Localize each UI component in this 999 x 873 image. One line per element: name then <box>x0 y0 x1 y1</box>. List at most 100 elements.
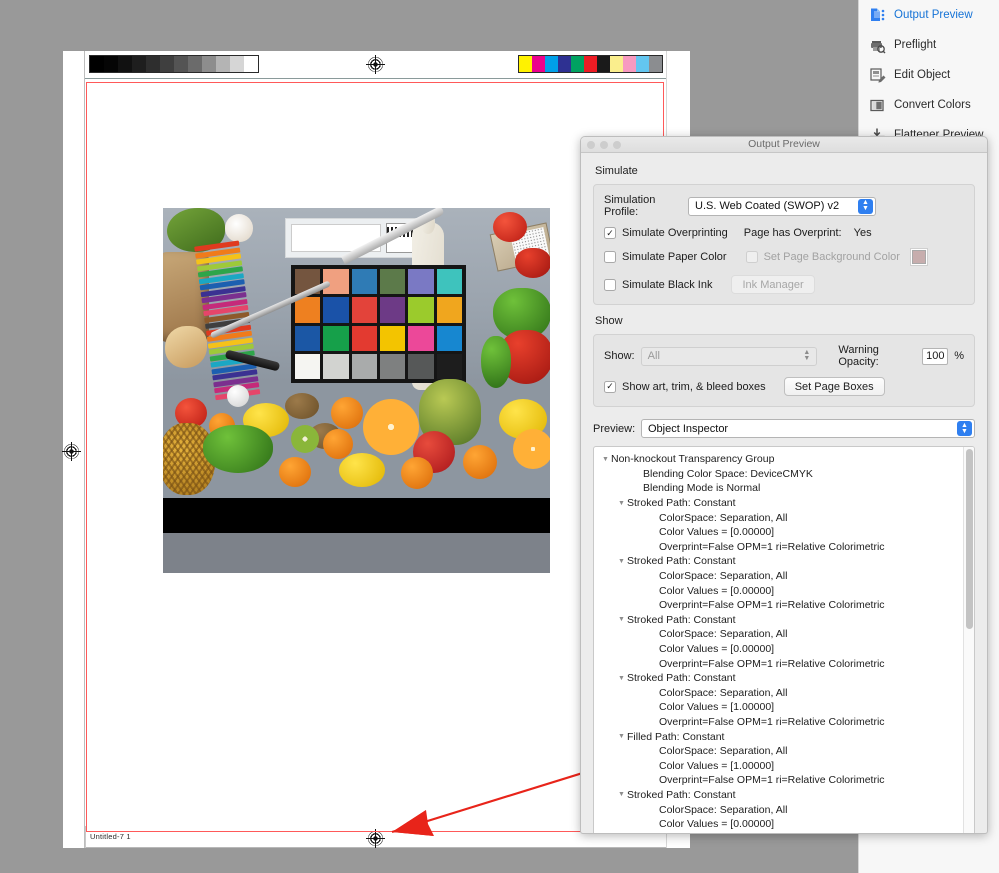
sidebar-item-convert-colors[interactable]: Convert Colors <box>859 90 999 120</box>
tree-row[interactable]: ColorSpace: Separation, All <box>594 744 963 759</box>
tree-row-label: Blending Mode is Normal <box>643 482 761 495</box>
tree-row[interactable]: ▼ Stroked Path: Constant <box>594 788 963 803</box>
orange-cut-shape-2 <box>513 429 550 469</box>
registration-mark-bottom <box>366 829 385 848</box>
simulate-black-ink-checkbox[interactable]: ✓ <box>604 278 616 291</box>
grayscale-patch-3 <box>132 56 146 72</box>
grayscale-patch-7 <box>188 56 202 72</box>
tree-row[interactable]: ▼ Stroked Path: Constant <box>594 496 963 511</box>
document-footer-label: Untitled-7 1 <box>90 832 131 841</box>
tree-row[interactable]: Overprint=False OPM=1 ri=Relative Colori… <box>594 656 963 671</box>
tree-row[interactable]: ▼ Stroked Path: Constant <box>594 671 963 686</box>
warning-opacity-input[interactable]: 100 <box>922 347 949 365</box>
tree-scrollbar-thumb[interactable] <box>966 449 973 629</box>
show-boxes-checkbox[interactable]: ✓ <box>604 380 616 393</box>
disclosure-triangle-icon[interactable]: ▼ <box>616 675 627 682</box>
preview-select[interactable]: Object Inspector ▲ ▼ <box>641 419 975 438</box>
tree-scrollbar[interactable] <box>963 447 974 833</box>
sidebar-item-edit-object[interactable]: Edit Object <box>859 60 999 90</box>
page-has-overprint-value: Yes <box>853 227 872 239</box>
simulate-overprinting-row: ✓ Simulate Overprinting Page has Overpri… <box>604 227 964 239</box>
tree-row[interactable]: ColorSpace: Separation, All <box>594 510 963 525</box>
tree-row[interactable]: ColorSpace: Separation, All <box>594 802 963 817</box>
disclosure-triangle-icon[interactable]: ▼ <box>616 616 627 623</box>
show-row: Show: All ▲ ▼ Warning Opacity: 100 % <box>604 344 964 368</box>
simulate-black-ink-label: Simulate Black Ink <box>622 278 713 291</box>
color-patch-5 <box>584 56 597 72</box>
tree-row[interactable]: Overprint=False OPM=1 ri=Relative Colori… <box>594 831 963 834</box>
tree-row[interactable]: ColorSpace: Separation, All <box>594 686 963 701</box>
disclosure-triangle-icon[interactable]: ▼ <box>600 456 611 463</box>
set-page-boxes-button[interactable]: Set Page Boxes <box>783 377 885 396</box>
tree-row[interactable]: ▼ Filled Path: Constant <box>594 729 963 744</box>
object-inspector-tree[interactable]: ▼ Non-knockout Transparency Group Blending… <box>593 446 975 834</box>
tree-row-label: Color Values = [0.00000] <box>659 584 775 597</box>
simulate-fieldset: Simulation Profile: U.S. Web Coated (SWO… <box>593 184 975 305</box>
grayscale-patch-1 <box>104 56 118 72</box>
tree-row-label: ColorSpace: Separation, All <box>659 686 788 699</box>
tree-row[interactable]: Color Values = [0.00000] <box>594 817 963 832</box>
artwork-image[interactable] <box>163 208 550 573</box>
footer-divider <box>85 826 86 848</box>
tree-row-label: Overprint=False OPM=1 ri=Relative Colori… <box>659 715 885 728</box>
simulate-overprinting-checkbox[interactable]: ✓ <box>604 227 616 239</box>
tree-row-label: Non-knockout Transparency Group <box>611 453 775 466</box>
chevron-updown-icon[interactable]: ▲ ▼ <box>957 421 972 436</box>
tree-row-label: ColorSpace: Separation, All <box>659 570 788 583</box>
tree-row[interactable]: Overprint=False OPM=1 ri=Relative Colori… <box>594 540 963 555</box>
tree-row[interactable]: Blending Mode is Normal <box>594 481 963 496</box>
tree-row[interactable]: ▼ Non-knockout Transparency Group <box>594 452 963 467</box>
disclosure-triangle-icon[interactable]: ▼ <box>616 733 627 740</box>
simulate-paper-color-checkbox[interactable]: ✓ <box>604 251 616 263</box>
baguette-shape <box>165 326 207 368</box>
tree-row-label: Color Values = [0.00000] <box>659 818 775 831</box>
tree-row[interactable]: Overprint=False OPM=1 ri=Relative Colori… <box>594 773 963 788</box>
tree-row[interactable]: ▼ Stroked Path: Constant <box>594 554 963 569</box>
tree-row[interactable]: Color Values = [0.00000] <box>594 642 963 657</box>
disclosure-triangle-icon[interactable]: ▼ <box>616 558 627 565</box>
disclosure-triangle-icon[interactable]: ▼ <box>616 791 627 798</box>
colorchecker-patch-13 <box>323 325 349 351</box>
orange-cut-shape <box>363 399 419 455</box>
tree-row[interactable]: Color Values = [0.00000] <box>594 525 963 540</box>
simulate-paper-color-row: ✓ Simulate Paper Color ✓ Set Page Backgr… <box>604 248 964 266</box>
tree-row[interactable]: ColorSpace: Separation, All <box>594 627 963 642</box>
tree-row[interactable]: ColorSpace: Separation, All <box>594 569 963 584</box>
tree-row[interactable]: Color Values = [1.00000] <box>594 700 963 715</box>
tree-row-label: Overprint=False OPM=1 ri=Relative Colori… <box>659 540 885 553</box>
colorchecker-patch-15 <box>380 325 406 351</box>
tree-row[interactable]: ▼ Stroked Path: Constant <box>594 613 963 628</box>
colorchecker-patch-5 <box>436 269 462 295</box>
show-select[interactable]: All ▲ ▼ <box>640 346 818 366</box>
sidebar-item-label: Convert Colors <box>894 99 971 111</box>
colorchecker-patch-3 <box>380 269 406 295</box>
disclosure-triangle-icon[interactable]: ▼ <box>616 500 627 507</box>
background-color-swatch-wrap[interactable] <box>909 248 928 266</box>
tree-row-label: Overprint=False OPM=1 ri=Relative Colori… <box>659 774 885 787</box>
grayscale-patch-0 <box>90 56 104 72</box>
tree-rows-container: ▼ Non-knockout Transparency Group Blending… <box>594 447 963 834</box>
chevron-updown-icon[interactable]: ▲ ▼ <box>799 349 814 364</box>
sidebar-item-output-preview[interactable]: Output Preview <box>859 0 999 30</box>
background-color-swatch[interactable] <box>911 250 926 264</box>
tree-row[interactable]: Color Values = [0.00000] <box>594 583 963 598</box>
simulation-profile-select[interactable]: U.S. Web Coated (SWOP) v2 ▲ ▼ <box>688 196 876 216</box>
output-preview-panel[interactable]: Output Preview Simulate Simulation Profi… <box>580 136 988 834</box>
preview-row: Preview: Object Inspector ▲ ▼ <box>593 419 975 438</box>
tree-row-label: Stroked Path: Constant <box>627 788 736 801</box>
artwork-photo <box>163 208 550 498</box>
set-page-background-color-checkbox: ✓ <box>745 251 758 263</box>
tree-row-label: Stroked Path: Constant <box>627 555 736 568</box>
tree-row[interactable]: Overprint=False OPM=1 ri=Relative Colori… <box>594 715 963 730</box>
artwork-gray-band <box>163 533 550 573</box>
color-patch-1 <box>532 56 545 72</box>
pineapple-leaves <box>203 425 273 473</box>
panel-titlebar[interactable]: Output Preview <box>581 137 987 153</box>
tree-row[interactable]: Overprint=False OPM=1 ri=Relative Colori… <box>594 598 963 613</box>
sidebar-item-preflight[interactable]: Preflight <box>859 30 999 60</box>
chevron-updown-icon[interactable]: ▲ ▼ <box>858 198 873 214</box>
tree-row[interactable]: Color Values = [1.00000] <box>594 758 963 773</box>
tree-row-label: Overprint=False OPM=1 ri=Relative Colori… <box>659 599 885 612</box>
color-patch-9 <box>636 56 649 72</box>
tree-row[interactable]: Blending Color Space: DeviceCMYK <box>594 467 963 482</box>
